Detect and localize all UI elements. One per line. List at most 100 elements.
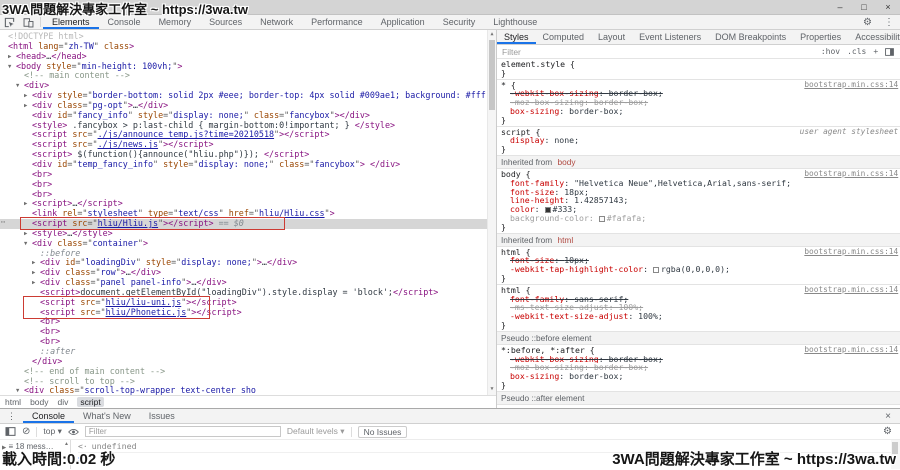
console-settings-gear-icon[interactable]: ⚙ <box>883 426 895 437</box>
css-property[interactable]: -moz-box-sizing: border-box; <box>501 98 898 107</box>
dom-tree-line-selected[interactable]: <script src="hliu/Hliu.js"></script> == … <box>0 219 496 229</box>
inherited-node-link[interactable]: html <box>558 235 574 245</box>
issues-counter[interactable]: No Issues <box>358 426 408 438</box>
dom-tree-line[interactable]: <script src="hliu/Phonetic.js"></script> <box>0 308 496 318</box>
tab-styles[interactable]: Styles <box>497 30 536 44</box>
stylesheet-link[interactable]: bootstrap.min.css:14 <box>804 346 898 355</box>
drawer-tab-issues[interactable]: Issues <box>140 409 184 423</box>
dom-tree-line[interactable]: <br> <box>0 180 496 190</box>
dom-tree-line[interactable]: ▼<div class="scroll-top-wrapper text-cen… <box>0 386 496 395</box>
css-property-name[interactable]: -webkit-box-sizing <box>510 89 599 98</box>
css-property[interactable]: font-size: 10px; <box>501 256 898 265</box>
css-property-name[interactable]: font-family <box>510 179 564 188</box>
collapsed-arrow-icon[interactable]: ▶ <box>32 269 40 278</box>
scroll-up-icon[interactable]: ▲ <box>488 30 496 40</box>
css-property-value[interactable]: none <box>554 136 574 145</box>
css-property[interactable]: font-size: 18px; <box>501 188 898 197</box>
css-property-name[interactable]: -webkit-tap-highlight-color <box>510 265 643 274</box>
css-property[interactable]: color: #333; <box>501 205 898 214</box>
css-property-value[interactable]: #333 <box>553 205 573 214</box>
window-maximize-button[interactable]: □ <box>852 0 876 15</box>
collapsed-arrow-icon[interactable]: ▶ <box>24 200 32 209</box>
color-swatch[interactable] <box>599 216 605 222</box>
dom-tree-line[interactable]: ▶<div class="pg-opt">…</div> <box>0 101 496 111</box>
collapsed-arrow-icon[interactable]: ▶ <box>32 259 40 268</box>
css-property[interactable]: font-family: sans-serif; <box>501 295 898 304</box>
css-property[interactable]: -webkit-box-sizing: border-box; <box>501 355 898 364</box>
execution-context-selector[interactable]: top ▾ <box>43 426 61 437</box>
css-property-name[interactable]: line-height <box>510 196 564 205</box>
css-property-name[interactable]: box-sizing <box>510 107 559 116</box>
collapsed-arrow-icon[interactable]: ▶ <box>24 230 32 239</box>
dom-tree-line[interactable]: <script> $(function(){announce("hliu.php… <box>0 150 496 160</box>
dom-tree-line[interactable]: <br> <box>0 337 496 347</box>
stylesheet-link[interactable]: bootstrap.min.css:14 <box>804 170 898 179</box>
css-property[interactable]: font-family: "Helvetica Neue",Helvetica,… <box>501 179 898 188</box>
breadcrumb-item-html[interactable]: html <box>5 397 21 407</box>
tab-properties[interactable]: Properties <box>793 30 848 44</box>
dom-tree-line[interactable]: <!DOCTYPE html> <box>0 32 496 42</box>
css-property-value[interactable]: "Helvetica Neue",Helvetica,Arial,sans-se… <box>574 179 786 188</box>
tab-layout[interactable]: Layout <box>591 30 632 44</box>
css-property-value[interactable]: 18px <box>564 188 584 197</box>
dom-tree-line[interactable]: <script>document.getElementById("loading… <box>0 288 496 298</box>
collapsed-arrow-icon[interactable]: ▶ <box>8 53 16 62</box>
rule-selector[interactable]: html { <box>501 247 531 257</box>
css-property[interactable]: -ms-text-size-adjust: 100%; <box>501 303 898 312</box>
tab-computed[interactable]: Computed <box>536 30 592 44</box>
css-property-value[interactable]: #fafafa <box>607 214 642 223</box>
rule-selector[interactable]: element.style { <box>501 59 575 69</box>
css-property[interactable]: display: none; <box>501 136 898 145</box>
css-property-name[interactable]: -webkit-text-size-adjust <box>510 312 628 321</box>
tab-lighthouse[interactable]: Lighthouse <box>484 15 546 29</box>
dom-tree-line[interactable]: <html lang="zh-TW" class> <box>0 42 496 52</box>
dom-tree-line[interactable]: </div> <box>0 357 496 367</box>
css-property-name[interactable]: -moz-box-sizing <box>510 363 584 372</box>
dom-tree-line[interactable]: ::after <box>0 347 496 357</box>
dom-tree-line[interactable]: <br> <box>0 170 496 180</box>
dom-tree-line[interactable]: <script src="./js/news.js"></script> <box>0 140 496 150</box>
element-classes-button[interactable]: .cls <box>847 47 866 56</box>
dom-tree-line[interactable]: ▼<body style="min-height: 100vh;"> <box>0 62 496 72</box>
css-property-value[interactable]: border-box <box>609 355 658 364</box>
dom-tree-line[interactable]: ▼<div> <box>0 81 496 91</box>
rule-selector[interactable]: script { <box>501 127 540 137</box>
css-property-value[interactable]: 1.42857143 <box>574 196 623 205</box>
rule-selector[interactable]: * { <box>501 80 516 90</box>
css-property-name[interactable]: color <box>510 205 535 214</box>
css-property-name[interactable]: -ms-text-size-adjust <box>510 303 609 312</box>
window-minimize-button[interactable]: – <box>828 0 852 15</box>
drawer-close-icon[interactable]: × <box>876 409 900 423</box>
breadcrumb-item-div[interactable]: div <box>58 397 69 407</box>
live-expression-eye-icon[interactable] <box>68 428 79 436</box>
css-property-name[interactable]: font-size <box>510 256 554 265</box>
dom-tree-line[interactable]: ▶<div class="panel panel-info">…</div> <box>0 278 496 288</box>
expanded-arrow-icon[interactable]: ▼ <box>16 82 24 91</box>
new-style-rule-button[interactable]: + <box>873 47 878 56</box>
dom-tree-line[interactable]: <link rel="stylesheet" type="text/css" h… <box>0 209 496 219</box>
css-property[interactable]: -webkit-tap-highlight-color: rgba(0,0,0,… <box>501 265 898 274</box>
css-property-value[interactable]: sans-serif <box>574 295 623 304</box>
stylesheet-link[interactable]: bootstrap.min.css:14 <box>804 286 898 295</box>
css-property-value[interactable]: border-box <box>594 98 643 107</box>
color-swatch[interactable] <box>545 207 551 213</box>
dom-tree-line[interactable]: <br> <box>0 190 496 200</box>
console-sidebar-toggle-icon[interactable] <box>5 427 16 436</box>
expanded-arrow-icon[interactable]: ▼ <box>8 63 16 72</box>
rule-selector[interactable]: body { <box>501 169 531 179</box>
dom-tree-line[interactable]: <!-- scroll to top --> <box>0 377 496 387</box>
window-close-button[interactable]: × <box>876 0 900 15</box>
sidebar-layout-icon[interactable] <box>885 48 894 56</box>
dom-tree-line[interactable]: ▶<div style="border-bottom: solid 2px #e… <box>0 91 496 101</box>
styles-filter-input[interactable] <box>502 47 682 57</box>
stylesheet-link[interactable]: bootstrap.min.css:14 <box>804 81 898 90</box>
rule-selector[interactable]: html { <box>501 285 531 295</box>
dom-tree-line[interactable]: <script src="./js/announce_temp.js?time=… <box>0 130 496 140</box>
breadcrumb-item-body[interactable]: body <box>30 397 48 407</box>
tab-performance[interactable]: Performance <box>302 15 372 29</box>
tab-dom-breakpoints[interactable]: DOM Breakpoints <box>708 30 793 44</box>
color-swatch[interactable] <box>653 267 659 273</box>
clear-console-icon[interactable]: ⊘ <box>22 426 30 437</box>
css-property[interactable]: box-sizing: border-box; <box>501 372 898 381</box>
css-property[interactable]: line-height: 1.42857143; <box>501 196 898 205</box>
